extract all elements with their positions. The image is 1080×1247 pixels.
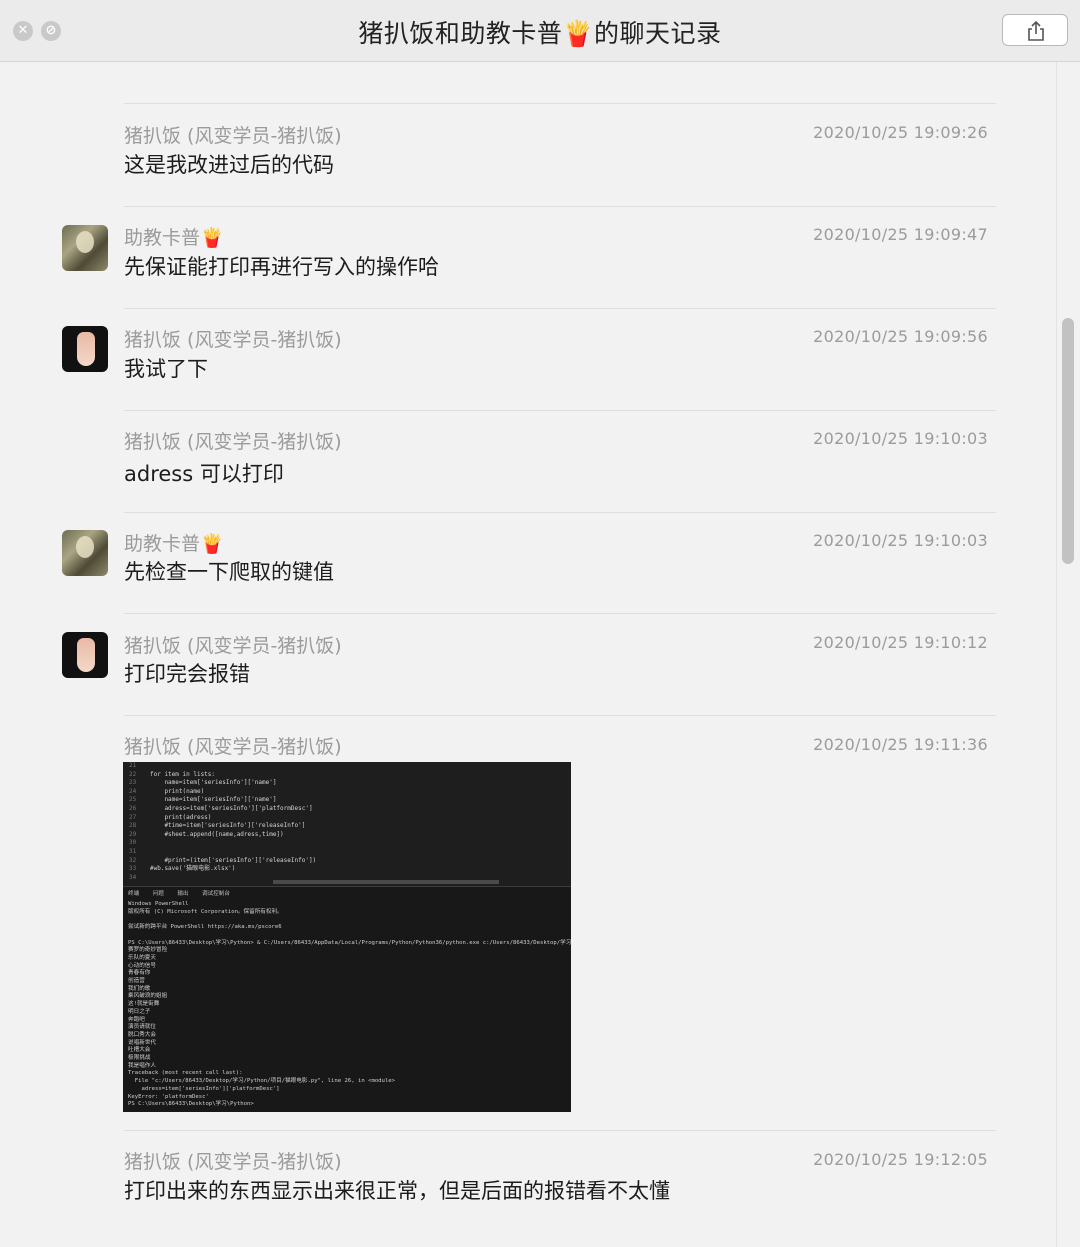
divider — [124, 103, 996, 104]
terminal-panel: 终端 问题 输出 调试控制台 Windows PowerShell 版权所有 (… — [123, 886, 571, 1112]
sender-name: 猪扒饭 (风变学员-猪扒饭) — [124, 125, 342, 147]
scrollbar-track[interactable] — [1056, 62, 1080, 1247]
divider — [124, 613, 996, 614]
timestamp: 2020/10/25 19:09:26 — [813, 123, 988, 142]
timestamp: 2020/10/25 19:09:47 — [813, 225, 988, 244]
divider — [124, 715, 996, 716]
share-icon — [1028, 20, 1044, 41]
line-numbers: 21 22 23 24 25 26 27 28 29 30 31 32 33 3… — [129, 762, 137, 881]
title-bar: ✕ ⊘ 猪扒饭和助教卡普🍟的聊天记录 — [0, 0, 1080, 62]
message-text[interactable]: adress 可以打印 — [124, 458, 284, 488]
avatar[interactable] — [62, 326, 108, 372]
message-text[interactable]: 我试了下 — [124, 353, 208, 383]
share-button[interactable] — [1002, 14, 1068, 46]
message-text[interactable]: 先保证能打印再进行写入的操作哈 — [124, 251, 439, 281]
editor-scrollbar — [273, 880, 499, 884]
scrollbar-thumb[interactable] — [1062, 318, 1074, 564]
timestamp: 2020/10/25 19:12:05 — [813, 1150, 988, 1169]
timestamp: 2020/10/25 19:10:03 — [813, 531, 988, 550]
message-text[interactable]: 这是我改进过后的代码 — [124, 149, 334, 179]
code-screenshot-image[interactable]: 21 22 23 24 25 26 27 28 29 30 31 32 33 3… — [123, 762, 571, 1112]
sender-name: 猪扒饭 (风变学员-猪扒饭) — [124, 431, 342, 453]
divider — [124, 206, 996, 207]
divider — [124, 410, 996, 411]
code-text: for item in lists: name=item['seriesInfo… — [150, 770, 317, 873]
window-title: 猪扒饭和助教卡普🍟的聊天记录 — [358, 19, 722, 48]
message-text[interactable]: 打印完会报错 — [124, 658, 250, 688]
divider — [124, 512, 996, 513]
sender-name: 猪扒饭 (风变学员-猪扒饭) — [124, 736, 342, 758]
divider — [124, 308, 996, 309]
message-text[interactable]: 打印出来的东西显示出来很正常，但是后面的报错看不太懂 — [124, 1175, 670, 1205]
code-editor: 21 22 23 24 25 26 27 28 29 30 31 32 33 3… — [123, 762, 571, 884]
divider — [124, 1130, 996, 1131]
timestamp: 2020/10/25 19:10:03 — [813, 429, 988, 448]
avatar[interactable] — [62, 632, 108, 678]
sender-name: 助教卡普🍟 — [124, 533, 224, 555]
sender-name: 助教卡普🍟 — [124, 227, 224, 249]
sender-name: 猪扒饭 (风变学员-猪扒饭) — [124, 635, 342, 657]
message-text[interactable]: 先检查一下爬取的键值 — [124, 556, 334, 586]
sender-name: 猪扒饭 (风变学员-猪扒饭) — [124, 329, 342, 351]
terminal-output: Windows PowerShell 版权所有 (C) Microsoft Co… — [128, 901, 571, 1108]
panel-tabs: 终端 问题 输出 调试控制台 — [128, 891, 230, 897]
timestamp: 2020/10/25 19:10:12 — [813, 633, 988, 652]
avatar[interactable] — [62, 225, 108, 271]
avatar[interactable] — [62, 530, 108, 576]
timestamp: 2020/10/25 19:11:36 — [813, 735, 988, 754]
timestamp: 2020/10/25 19:09:56 — [813, 327, 988, 346]
sender-name: 猪扒饭 (风变学员-猪扒饭) — [124, 1151, 342, 1173]
